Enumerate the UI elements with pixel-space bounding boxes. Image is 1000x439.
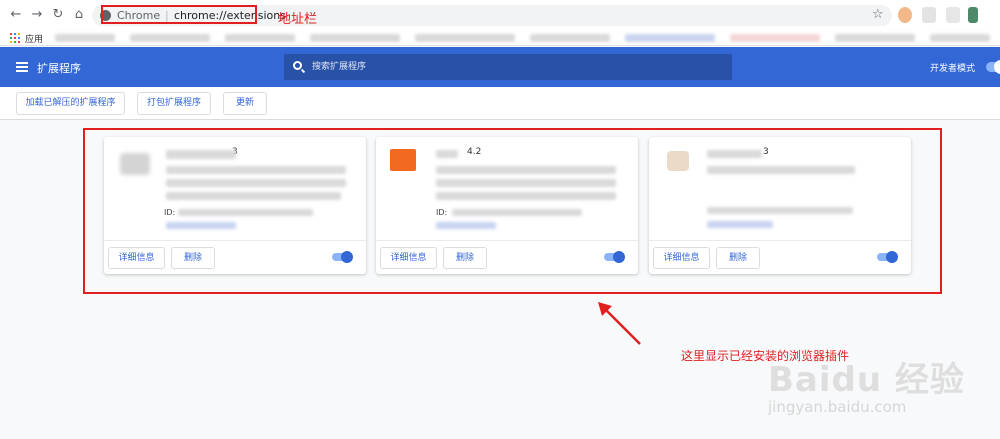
extension-card: 3 详细信息 删除	[649, 137, 911, 274]
blurred-description	[166, 192, 341, 200]
extension-logo-icon	[390, 149, 416, 171]
blurred-description	[166, 166, 346, 174]
blurred-inspect-link[interactable]	[707, 221, 773, 228]
blurred-extension-id	[178, 209, 313, 216]
profile-avatar[interactable]	[898, 7, 912, 23]
apps-label[interactable]: 应用	[25, 32, 43, 45]
blurred-bookmark[interactable]	[625, 34, 715, 42]
pack-extension-button[interactable]: 打包扩展程序	[137, 92, 211, 115]
blurred-extension-name	[166, 150, 236, 159]
update-button[interactable]: 更新	[223, 92, 267, 115]
card-footer-divider	[649, 240, 911, 241]
extension-id-label: ID:	[436, 208, 448, 217]
forward-arrow-icon[interactable]: →	[29, 7, 45, 23]
card-footer-divider	[104, 240, 366, 241]
extension-logo-icon	[120, 153, 150, 175]
extension-id-label: ID:	[164, 208, 176, 217]
blurred-bookmark[interactable]	[730, 34, 820, 42]
search-box[interactable]	[284, 54, 732, 80]
developer-mode-toggle[interactable]	[986, 60, 1000, 74]
extension-logo-icon	[667, 151, 689, 171]
blurred-inspect-link[interactable]	[166, 222, 236, 229]
search-input[interactable]	[312, 58, 712, 76]
extension-enable-toggle[interactable]	[877, 251, 898, 263]
details-button[interactable]: 详细信息	[380, 247, 437, 269]
extension-version: 3	[763, 147, 769, 157]
bookmarks-bar: 应用	[0, 30, 1000, 46]
address-bar-annotation: 地址栏	[278, 12, 318, 27]
blurred-description	[707, 166, 855, 174]
extension-icon[interactable]	[922, 7, 936, 23]
extension-enable-toggle[interactable]	[332, 251, 353, 263]
bookmark-star-icon[interactable]: ☆	[872, 7, 884, 22]
blurred-description	[166, 179, 346, 187]
blurred-bookmark[interactable]	[835, 34, 915, 42]
card-footer-divider	[376, 240, 638, 241]
blurred-extension-id	[452, 209, 582, 216]
watermark-main-text: Baidu 经验	[768, 360, 965, 400]
address-highlight-box	[101, 5, 257, 24]
extension-icon[interactable]	[946, 7, 960, 23]
reload-icon[interactable]: ↻	[50, 7, 66, 23]
remove-button[interactable]: 删除	[171, 247, 215, 269]
blurred-bookmark[interactable]	[55, 34, 115, 42]
remove-button[interactable]: 删除	[443, 247, 487, 269]
blurred-bookmark[interactable]	[930, 34, 990, 42]
load-unpacked-button[interactable]: 加载已解压的扩展程序	[16, 92, 125, 115]
browser-toolbar: ← → ↻ ⌂ Chrome | chrome://extensions 地址栏…	[0, 0, 1000, 30]
watermark-url-text: jingyan.baidu.com	[768, 398, 907, 416]
search-icon	[293, 61, 302, 70]
home-icon[interactable]: ⌂	[71, 7, 87, 23]
remove-button[interactable]: 删除	[716, 247, 760, 269]
page-title: 扩展程序	[37, 62, 81, 75]
blurred-extension-name	[436, 150, 458, 158]
blurred-bookmark[interactable]	[530, 34, 610, 42]
menu-icon[interactable]	[16, 62, 28, 72]
blurred-description	[436, 179, 616, 187]
extension-card: 4.2 ID: 详细信息 删除	[376, 137, 638, 274]
baidu-watermark: Baidu 经验 jingyan.baidu.com	[768, 352, 988, 432]
developer-toolbar: 加载已解压的扩展程序 打包扩展程序 更新	[0, 87, 1000, 120]
blurred-bookmark[interactable]	[130, 34, 210, 42]
extensions-header: 扩展程序 开发者模式	[0, 47, 1000, 87]
blurred-extension-id	[707, 207, 853, 214]
back-arrow-icon[interactable]: ←	[8, 7, 24, 23]
details-button[interactable]: 详细信息	[108, 247, 165, 269]
annotation-arrow-icon	[598, 302, 641, 345]
details-button[interactable]: 详细信息	[653, 247, 710, 269]
blurred-bookmark[interactable]	[310, 34, 400, 42]
extension-icons-area	[898, 7, 993, 23]
blurred-description	[436, 192, 616, 200]
blurred-bookmark[interactable]	[415, 34, 515, 42]
extension-enable-toggle[interactable]	[604, 251, 625, 263]
extension-card: 3 ID: 详细信息 删除	[104, 137, 366, 274]
blurred-extension-name	[707, 150, 762, 158]
apps-grid-icon[interactable]	[10, 33, 20, 43]
blurred-description	[436, 166, 616, 174]
extension-icon[interactable]	[968, 7, 978, 23]
blurred-inspect-link[interactable]	[436, 222, 496, 229]
blurred-bookmark[interactable]	[225, 34, 295, 42]
developer-mode-label: 开发者模式	[930, 64, 976, 74]
extension-version: 4.2	[467, 147, 482, 157]
